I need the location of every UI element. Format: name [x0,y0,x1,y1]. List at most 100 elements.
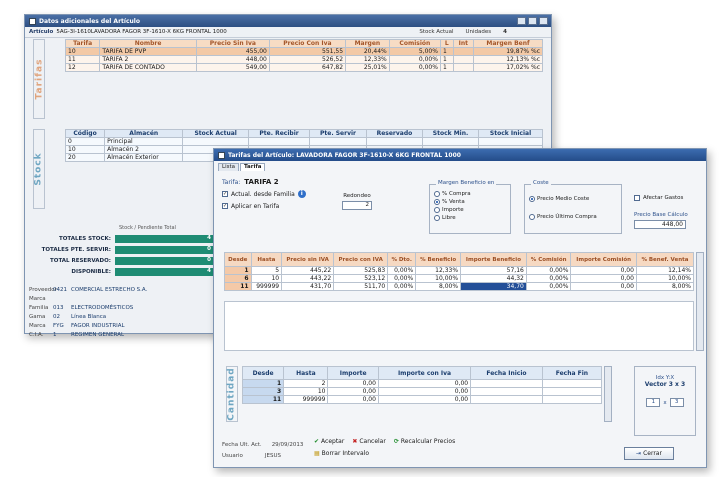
idx-b-field[interactable]: 3 [669,398,684,407]
column-header[interactable]: Almacén [104,129,184,138]
column-header[interactable]: Precio con IVA [333,252,389,267]
table-cell[interactable]: TARIFA DE CONTADO [99,63,197,72]
table-row[interactable]: 10 TARIFA DE PVP 455,00 551,55 20,44% 5,00% 1 1… [64,47,543,56]
table-row[interactable]: 1 2 0,00 0,00 [241,379,603,388]
table-cell[interactable]: 20 [64,153,106,162]
column-header[interactable]: Importe Beneficio [460,252,527,267]
column-header[interactable]: Desde [224,252,252,267]
table-cell[interactable]: 0,00% [388,55,441,64]
table-cell[interactable]: 999999 [250,282,283,291]
radio-ultima-compra[interactable]: Precio Último Compra [529,213,617,221]
table-cell[interactable]: 0,00 [377,395,472,404]
table-cell[interactable]: 1 [439,55,454,64]
table-cell[interactable]: 647,82 [268,63,347,72]
table-cell[interactable]: 12 [64,63,101,72]
table-cell[interactable]: 525,83 [333,266,389,275]
table-cell[interactable]: 11 [64,55,101,64]
column-header[interactable]: Pte. Servir [309,129,367,138]
column-header[interactable]: Desde [241,366,285,380]
actual-familia-checkbox[interactable]: ✓ [222,191,228,197]
table-cell[interactable]: 0,00 [327,395,379,404]
table-cell[interactable]: 0,00 [570,274,637,283]
cancelar-button[interactable]: ✖ Cancelar [352,438,386,445]
table-cell[interactable]: 526,52 [268,55,347,64]
table-cell[interactable] [452,55,475,64]
table-row[interactable]: 3 10 0,00 0,00 [241,387,603,396]
table-cell[interactable]: 11 [224,282,252,291]
table-cell[interactable]: 34,70 [460,282,527,291]
table-row[interactable]: 6 10 443,22 523,12 0,00% 10,00% 44,32 0,00% 0,00… [224,274,695,283]
column-header[interactable]: Comisión [388,39,441,48]
table-cell[interactable]: 11 [241,395,285,404]
column-header[interactable]: Stock Min. [422,129,480,138]
table-cell[interactable]: 0,00 [327,379,379,388]
column-header[interactable]: Precio Sin Iva [195,39,270,48]
radio-precio-medio[interactable]: Precio Medio Coste [529,195,617,203]
table-cell[interactable]: 2 [283,379,329,388]
table-cell[interactable]: 17,02% %c [473,63,543,72]
table-cell[interactable]: 448,00 [195,55,270,64]
table-cell[interactable]: 0 [64,137,106,146]
tab-tarifa[interactable]: Tarifa [240,163,266,171]
cantidad-scrollbar[interactable] [604,366,612,422]
table-cell[interactable]: 0,00 [377,379,472,388]
precio-base-field[interactable]: 448,00 [634,220,686,229]
radio-venta[interactable]: % Venta [434,198,506,206]
table-cell[interactable]: 999999 [283,395,329,404]
table-cell[interactable]: 12,33% [415,266,462,275]
table-cell[interactable]: 1 [224,266,252,275]
idx-a-field[interactable]: 1 [646,398,661,407]
table-cell[interactable]: 443,22 [281,274,335,283]
table-row[interactable]: 12 TARIFA DE CONTADO 549,00 647,82 25,01% 0,0… [64,63,543,72]
table-cell[interactable]: Almacén Exterior [104,153,184,162]
close-button[interactable] [539,17,548,25]
recalcular-button[interactable]: ⟳ Recalcular Precios [394,438,455,445]
table-cell[interactable]: 551,55 [268,47,347,56]
afectar-gastos[interactable]: Afectar Gastos [634,195,683,201]
column-header[interactable]: Hasta [250,252,283,267]
column-header[interactable]: Tarifa [64,39,101,48]
table-cell[interactable] [470,395,543,404]
table-cell[interactable]: 0,00% [525,266,572,275]
column-header[interactable]: Margen Benf [473,39,543,48]
column-header[interactable]: % Benef. Venta [635,252,695,267]
table-cell[interactable]: 10,00% [415,274,462,283]
table-cell[interactable]: TARIFA 2 [99,55,197,64]
redondeo-spinner[interactable]: 2 [342,201,372,210]
table-cell[interactable]: 10 [283,387,329,396]
table-cell[interactable]: 0,00% [387,282,417,291]
table-cell[interactable]: 431,70 [281,282,335,291]
table-cell[interactable]: 10 [64,145,106,154]
table-cell[interactable]: 1 [241,379,285,388]
table-cell[interactable]: 10 [250,274,283,283]
minimize-button[interactable] [517,17,526,25]
table-cell[interactable]: 20,44% [345,47,390,56]
table-cell[interactable]: 445,22 [281,266,335,275]
column-header[interactable]: Nombre [99,39,197,48]
table-cell[interactable] [365,137,424,146]
table-cell[interactable]: 0,00% [525,274,572,283]
table-cell[interactable] [541,387,603,396]
table-cell[interactable] [470,387,543,396]
aceptar-button[interactable]: ✔ Aceptar [314,438,344,445]
table-cell[interactable]: 10 [64,47,101,56]
column-header[interactable]: Stock Inicial [478,129,543,138]
table-cell[interactable]: 0,00% [525,282,572,291]
column-header[interactable]: Hasta [283,366,329,380]
column-header[interactable]: Fecha Fin [541,366,603,380]
table-cell[interactable]: 12,14% [635,266,695,275]
table-cell[interactable]: 0,00 [377,387,472,396]
column-header[interactable]: Importe [327,366,379,380]
table-cell[interactable]: 44,32 [460,274,527,283]
table-cell[interactable]: 12,13% %c [473,55,543,64]
table-cell[interactable]: 549,00 [195,63,270,72]
table-cell[interactable]: 0,00 [570,266,637,275]
column-header[interactable]: Importe Comisión [570,252,637,267]
column-header[interactable]: Int [452,39,475,48]
table-cell[interactable]: 0,00% [387,274,417,283]
radio-importe[interactable]: Importe [434,206,506,214]
table-cell[interactable] [247,137,311,146]
column-header[interactable]: % Comisión [525,252,572,267]
table-cell[interactable]: 523,12 [333,274,389,283]
table-row[interactable]: 11 TARIFA 2 448,00 526,52 12,33% 0,00% 1 12,13%… [64,55,543,64]
